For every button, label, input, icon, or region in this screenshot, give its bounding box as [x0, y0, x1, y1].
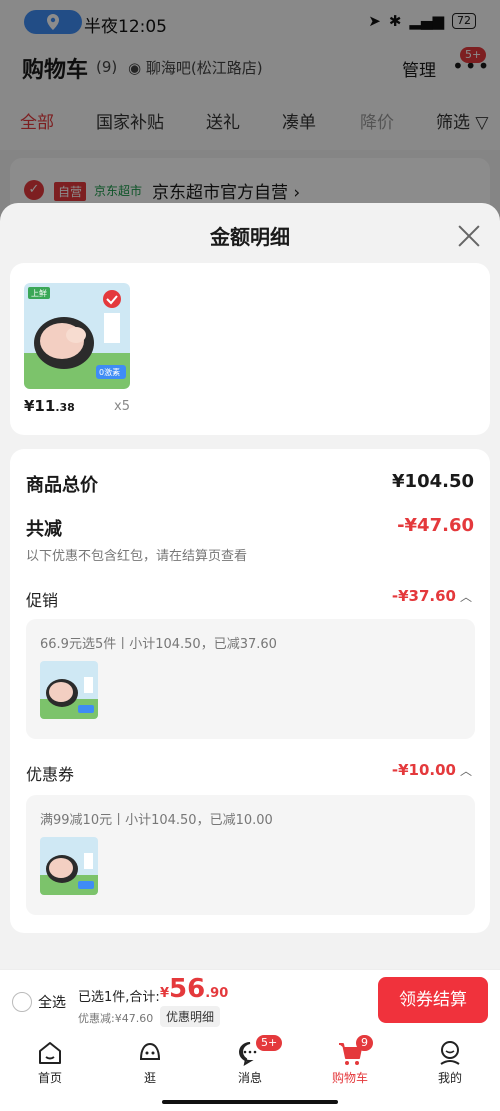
tab-home-label: 首页 [37, 1071, 62, 1085]
chevron-up-icon: ︿ [459, 590, 472, 604]
coupon-product-thumbnail [40, 837, 98, 895]
reduce-value: -¥47.60 [397, 515, 474, 536]
promo-box: 66.9元选5件丨小计104.50，已减37.60 [26, 619, 475, 739]
product-price: ¥11.38 [24, 397, 75, 415]
promo-detail: 66.9元选5件丨小计104.50，已减37.60 [40, 637, 277, 652]
reduce-note: 以下优惠不包含红包，请在结算页查看 [26, 549, 248, 564]
close-icon[interactable] [456, 223, 482, 249]
product-quantity: x5 [114, 399, 130, 414]
tab-explore-label: 逛 [143, 1071, 156, 1085]
profile-icon [440, 1041, 460, 1065]
price-int: 56 [169, 974, 206, 1004]
tab-home[interactable]: 首页 [20, 1039, 80, 1086]
home-indicator[interactable] [162, 1100, 338, 1104]
amount-detail-sheet: 金额明细 上鲜 0激素 ¥11.38 x5 商品总价 ¥104.50 共减 -¥… [0, 203, 500, 969]
promo-value: -¥37.60 [391, 587, 456, 605]
promo-toggle[interactable]: -¥37.60 ︿ [392, 587, 472, 605]
select-all-radio[interactable] [12, 992, 32, 1012]
tab-cart[interactable]: 购物车 9 [320, 1035, 380, 1086]
promo-product-thumbnail [40, 661, 98, 719]
tab-profile-label: 我的 [437, 1071, 462, 1085]
coupon-box: 满99减10元丨小计104.50，已减10.00 [26, 795, 475, 915]
discount-detail-button[interactable]: 优惠明细 [160, 1006, 221, 1027]
coupon-value: -¥10.00 [391, 761, 456, 779]
tab-profile[interactable]: 我的 [420, 1039, 480, 1086]
product-thumbnail: 上鲜 0激素 [24, 283, 130, 389]
explore-icon [139, 1042, 161, 1060]
chevron-up-icon: ︿ [459, 764, 472, 778]
total-price: ¥56.90 [160, 974, 228, 1004]
discount-summary: 优惠减:¥47.60 [78, 1012, 154, 1025]
amount-detail-card: 商品总价 ¥104.50 共减 -¥47.60 以下优惠不包含红包，请在结算页查… [10, 449, 490, 933]
tab-explore[interactable]: 逛 [120, 1039, 180, 1086]
coupon-label: 优惠券 [26, 765, 75, 784]
sheet-title: 金额明细 [210, 225, 290, 249]
reduce-label: 共减 [26, 519, 62, 540]
tab-messages[interactable]: 消息 5+ [220, 1035, 283, 1086]
bottom-tabbar: 首页 逛 消息 5+ 购物车 9 我的 [0, 1031, 500, 1111]
tab-messages-label: 消息 [237, 1071, 262, 1085]
cart-badge: 9 [356, 1035, 373, 1051]
coupon-detail: 满99减10元丨小计104.50，已减10.00 [40, 813, 273, 828]
product-card: 上鲜 0激素 ¥11.38 x5 [10, 263, 490, 435]
messages-badge: 5+ [256, 1035, 283, 1051]
thumb-tag: 0激素 [99, 367, 120, 377]
price-dec: .90 [205, 986, 229, 1001]
price-dec: .38 [55, 401, 75, 414]
select-all-label[interactable]: 全选 [38, 992, 66, 1012]
home-icon [39, 1042, 61, 1064]
total-value: ¥104.50 [392, 471, 474, 492]
selected-summary: 已选1件,合计: [78, 990, 160, 1005]
settle-bar: 全选 已选1件,合计: ¥56.90 优惠减:¥47.60 优惠明细 领券结算 [0, 969, 500, 1031]
tab-cart-label: 购物车 [331, 1071, 368, 1085]
thumb-brand: 上鲜 [31, 288, 47, 298]
coupon-toggle[interactable]: -¥10.00 ︿ [392, 761, 472, 779]
price-int: ¥11 [24, 397, 56, 415]
total-label: 商品总价 [26, 475, 98, 496]
checkout-button[interactable]: 领券结算 [378, 977, 488, 1023]
promo-label: 促销 [26, 591, 59, 610]
price-currency: ¥ [160, 986, 170, 1001]
